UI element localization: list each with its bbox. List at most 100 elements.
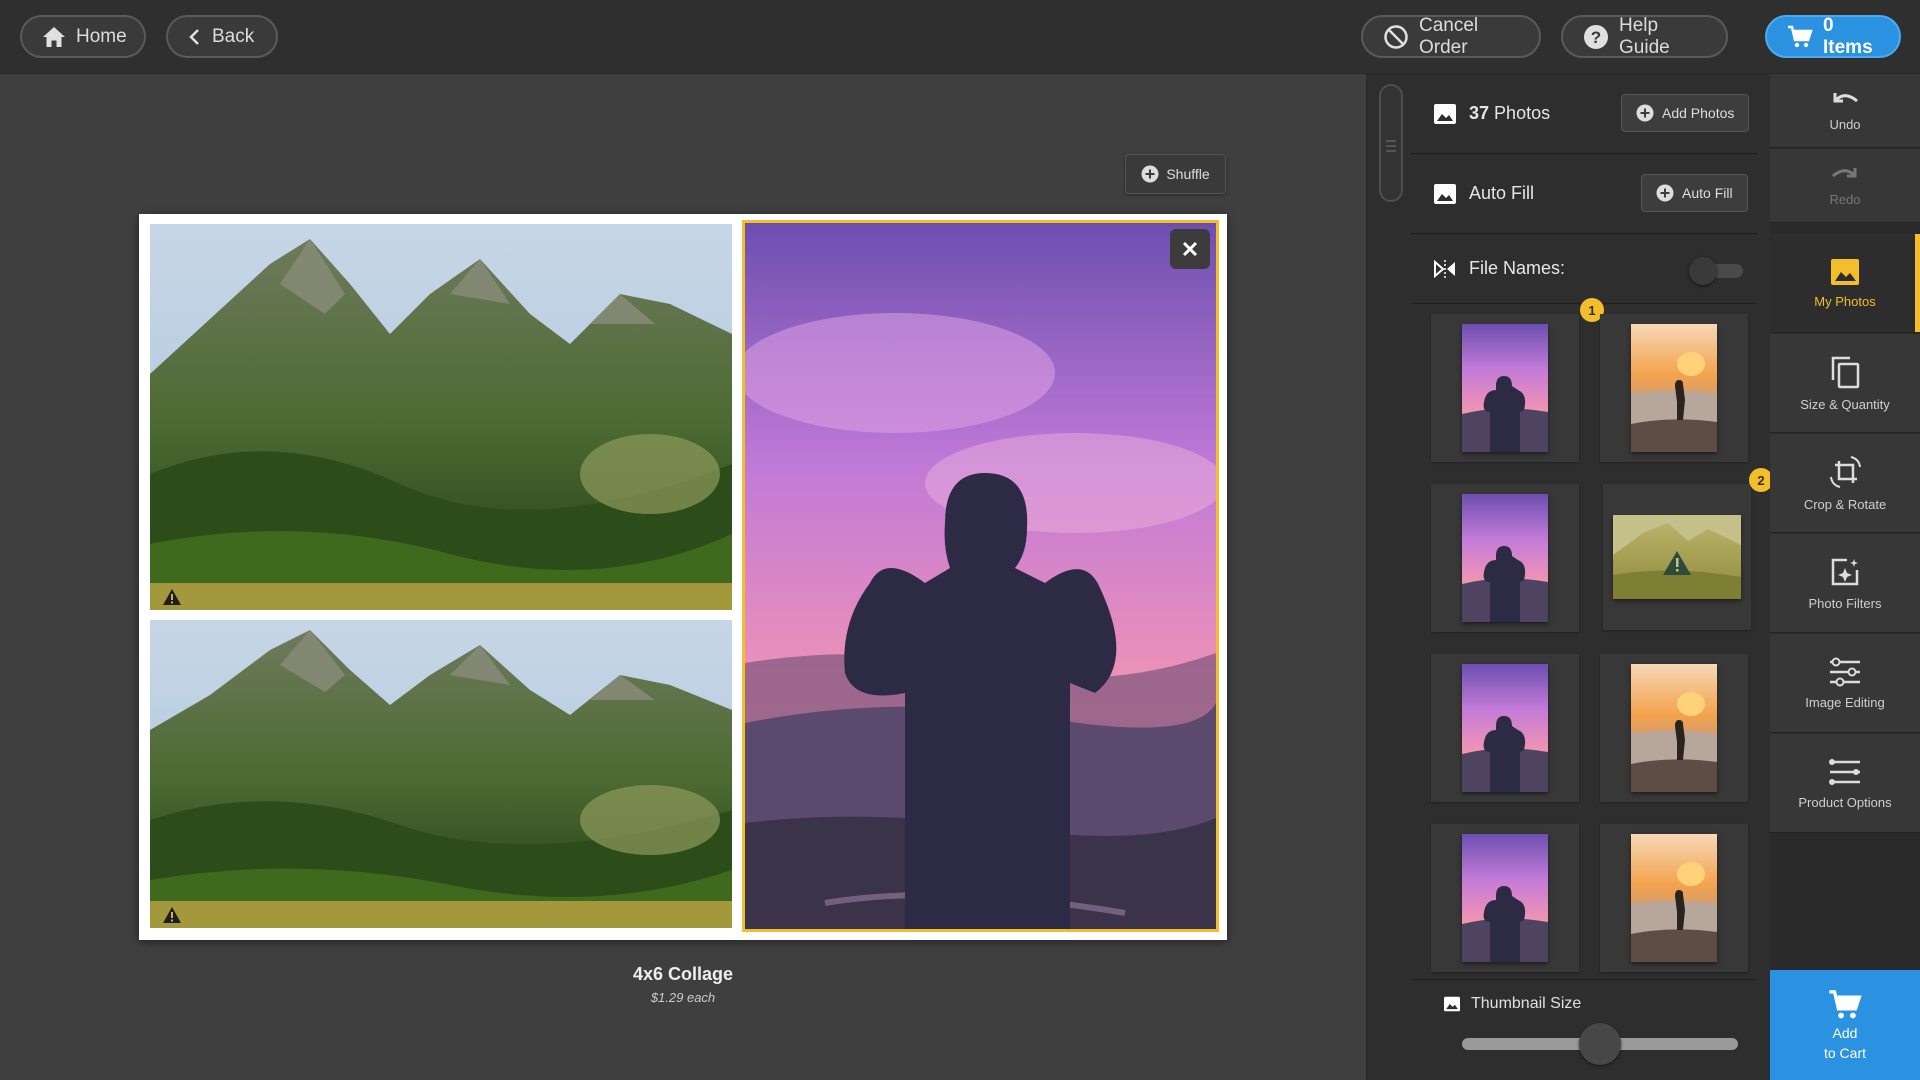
sunset-silhouette-thumbnail: [1462, 324, 1548, 452]
add-photos-button[interactable]: Add Photos: [1621, 94, 1750, 132]
crop-rotate-icon: [1830, 455, 1861, 488]
photo-thumbnail[interactable]: [1431, 484, 1579, 632]
compare-icon: [1434, 259, 1455, 278]
add-to-cart-button[interactable]: Add to Cart: [1770, 970, 1920, 1080]
sliders-icon: [1830, 657, 1860, 686]
home-label: Home: [76, 25, 127, 47]
mountain-photo: [150, 224, 732, 610]
photo-thumbnail[interactable]: [1431, 314, 1579, 462]
sunset-silhouette-thumbnail: [1462, 834, 1548, 962]
nav-size-quantity[interactable]: Size & Quantity: [1770, 334, 1920, 433]
size-quantity-label: Size & Quantity: [1800, 396, 1890, 412]
undo-button[interactable]: Undo: [1770, 74, 1920, 148]
plus-circle-icon: [1141, 165, 1159, 183]
plus-circle-icon: [1656, 184, 1674, 202]
photo-thumbnail[interactable]: [1431, 654, 1579, 802]
sunset-silhouette-thumbnail: [1462, 494, 1548, 622]
photo-thumbnail[interactable]: [1603, 484, 1751, 630]
collage-slot-mountain-top[interactable]: [150, 224, 732, 610]
mountain-warning-thumbnail: [1613, 515, 1741, 599]
cancel-order-button[interactable]: Cancel Order: [1361, 15, 1541, 58]
image-icon: [1444, 996, 1460, 1012]
home-button[interactable]: Home: [20, 15, 146, 58]
help-guide-button[interactable]: ? Help Guide: [1561, 15, 1728, 58]
sunset-silhouette-thumbnail: [1462, 664, 1548, 792]
photo-thumbnail[interactable]: [1431, 824, 1579, 972]
nav-product-options[interactable]: Product Options: [1770, 734, 1920, 833]
image-icon: [1434, 103, 1456, 124]
help-icon: ?: [1584, 24, 1608, 49]
auto-fill-button[interactable]: Auto Fill: [1641, 174, 1748, 212]
thumbnail-size-slider[interactable]: [1462, 1023, 1738, 1065]
nav-image-editing[interactable]: Image Editing: [1770, 634, 1920, 733]
photos-label: Photos: [1494, 103, 1551, 123]
photo-filter-icon: [1831, 558, 1859, 585]
add-to-cart-label-line1: Add: [1832, 1024, 1858, 1041]
home-icon: [43, 26, 65, 47]
collage-slot-mountain-bottom[interactable]: [150, 620, 732, 928]
top-bar: Home Back Cancel Order ? Help Guide 0 It…: [0, 0, 1920, 74]
sunset-silhouette-photo: [745, 223, 1216, 929]
panel-scrollbar[interactable]: [1379, 84, 1403, 202]
options-icon: [1829, 758, 1860, 785]
thumbnail-size-label: Thumbnail Size: [1471, 995, 1582, 1012]
remove-photo-button[interactable]: [1170, 229, 1210, 269]
photo-thumbnail[interactable]: [1600, 654, 1748, 802]
slider-knob[interactable]: [1579, 1023, 1621, 1065]
image-icon: [1434, 183, 1456, 204]
cart-icon: [1788, 25, 1813, 47]
back-label: Back: [212, 25, 255, 47]
add-to-cart-label-line2: to Cart: [1823, 1045, 1866, 1061]
product-title: 4x6 Collage: [632, 964, 734, 984]
photo-thumbnail[interactable]: [1600, 824, 1748, 972]
collage-slot-sunset-selected[interactable]: [742, 220, 1219, 932]
product-options-label: Product Options: [1798, 794, 1892, 810]
auto-fill-button-label: Auto Fill: [1682, 185, 1733, 201]
divider: [1411, 979, 1757, 980]
product-price: $1.29 each: [650, 990, 716, 1005]
photo-filters-label: Photo Filters: [1808, 595, 1882, 611]
redo-icon: [1832, 168, 1857, 178]
add-photos-label: Add Photos: [1662, 105, 1735, 121]
image-icon: [1831, 258, 1859, 285]
redo-label: Redo: [1829, 192, 1861, 207]
copy-icon: [1831, 356, 1860, 388]
redo-button[interactable]: Redo: [1770, 149, 1920, 223]
warning-icon: [163, 589, 181, 605]
photo-thumbnail[interactable]: [1600, 314, 1748, 462]
undo-icon: [1833, 93, 1858, 103]
cart-icon: [1829, 990, 1862, 1019]
cart-button[interactable]: 0 Items: [1765, 15, 1901, 58]
nav-crop-rotate[interactable]: Crop & Rotate: [1770, 434, 1920, 533]
cart-items-label: 0 Items: [1823, 14, 1873, 58]
cancel-icon: [1384, 24, 1408, 49]
beach-walker-thumbnail: [1631, 664, 1717, 792]
back-button[interactable]: Back: [166, 15, 278, 58]
low-resolution-warning-strip: [150, 583, 732, 610]
beach-walker-thumbnail: [1631, 324, 1717, 452]
file-names-row: File Names:: [1411, 234, 1757, 304]
collage-canvas: [139, 214, 1227, 940]
help-guide-label: Help Guide: [1619, 14, 1670, 58]
nav-photo-filters[interactable]: Photo Filters: [1770, 534, 1920, 633]
mountain-photo: [150, 620, 732, 928]
image-editing-label: Image Editing: [1805, 694, 1885, 710]
my-photos-label: My Photos: [1814, 293, 1876, 309]
close-icon: [1182, 241, 1198, 257]
auto-fill-row: Auto Fill Auto Fill: [1411, 154, 1757, 234]
beach-walker-thumbnail: [1631, 834, 1717, 962]
file-names-toggle[interactable]: [1689, 257, 1743, 285]
warning-icon: [163, 907, 181, 923]
cancel-order-label: Cancel Order: [1419, 14, 1479, 58]
crop-rotate-label: Crop & Rotate: [1803, 496, 1887, 512]
photos-count: 37: [1469, 103, 1490, 123]
photos-count-row: 37 Photos Add Photos: [1411, 74, 1757, 154]
tool-nav: Undo Redo My Photos Size & Quantity Crop…: [1770, 74, 1920, 1080]
undo-label: Undo: [1829, 117, 1861, 132]
nav-my-photos[interactable]: My Photos: [1770, 234, 1920, 333]
shuffle-label: Shuffle: [1166, 166, 1210, 182]
shuffle-button[interactable]: Shuffle: [1125, 154, 1226, 194]
thumbnail-size-row: Thumbnail Size: [1443, 995, 1581, 1013]
plus-circle-icon: [1636, 104, 1654, 122]
file-names-label: File Names:: [1469, 258, 1566, 278]
